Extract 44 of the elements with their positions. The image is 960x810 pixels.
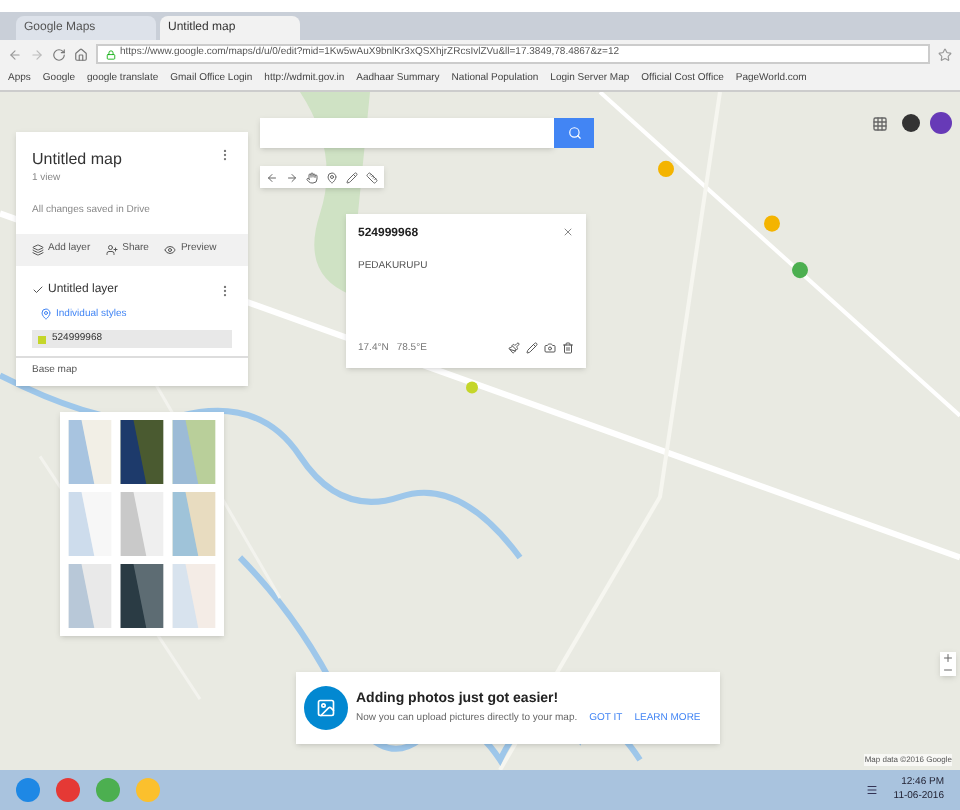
- base-map-thumbnail[interactable]: [68, 492, 112, 556]
- taskbar-app-icon[interactable]: [56, 778, 80, 802]
- add-person-icon: [106, 243, 119, 256]
- base-map-thumbnail[interactable]: [172, 492, 216, 556]
- base-map-thumbnail[interactable]: [120, 420, 164, 484]
- layers-icon: [32, 243, 44, 256]
- pin-icon: [40, 308, 52, 321]
- search-button[interactable]: [554, 118, 594, 148]
- layer-checkbox[interactable]: [32, 284, 44, 296]
- toolbar-icon[interactable]: [366, 171, 378, 183]
- reload-icon[interactable]: [52, 47, 66, 61]
- toolbar-icon[interactable]: [346, 171, 358, 183]
- search-icon: [567, 126, 581, 140]
- popup-action-icon[interactable]: [544, 342, 556, 355]
- toolbar-icon[interactable]: [326, 171, 338, 183]
- base-map-thumbnail[interactable]: [68, 420, 112, 484]
- base-map-thumbnail[interactable]: [68, 564, 112, 628]
- more-icon[interactable]: [218, 283, 232, 297]
- base-map-thumbnail[interactable]: [172, 420, 216, 484]
- back-icon[interactable]: [8, 47, 22, 61]
- lock-icon: [106, 49, 116, 59]
- popup-action-icon[interactable]: [526, 342, 538, 355]
- popup-action-icon[interactable]: [562, 342, 574, 355]
- base-map-thumbnail[interactable]: [120, 492, 164, 556]
- toolbar-icon[interactable]: [306, 171, 318, 183]
- eye-icon: [164, 243, 177, 256]
- map-title[interactable]: Untitled map: [32, 148, 122, 172]
- marker-swatch-icon: [38, 335, 46, 343]
- taskbar-app-icon[interactable]: [16, 778, 40, 802]
- base-map-thumbnail[interactable]: [172, 564, 216, 628]
- apps-icon[interactable]: [872, 116, 888, 132]
- close-icon[interactable]: [562, 226, 574, 238]
- zoom-in-icon[interactable]: [942, 652, 954, 664]
- more-icon[interactable]: [218, 148, 232, 162]
- toolbar-icon[interactable]: [266, 171, 278, 183]
- popup-action-icon[interactable]: [508, 342, 520, 355]
- photo-badge-icon: [304, 686, 348, 730]
- star-icon[interactable]: [938, 47, 952, 61]
- base-map-thumbnail[interactable]: [120, 564, 164, 628]
- search-field[interactable]: [260, 118, 554, 148]
- toolbar-icon[interactable]: [286, 171, 298, 183]
- tray-icon[interactable]: [865, 784, 878, 796]
- home-icon[interactable]: [74, 47, 88, 61]
- zoom-out-icon[interactable]: [942, 664, 954, 676]
